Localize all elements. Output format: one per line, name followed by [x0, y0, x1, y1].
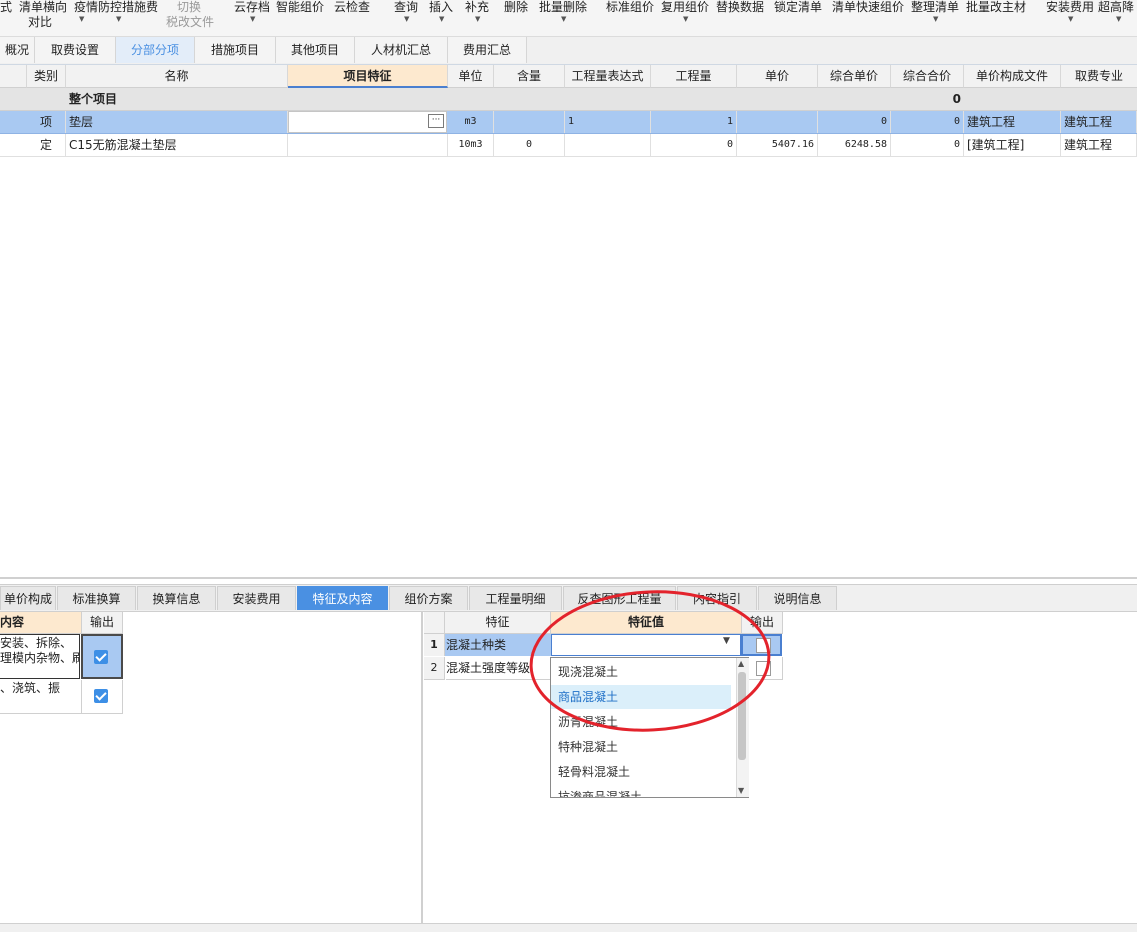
row-qty-expr[interactable] — [565, 134, 651, 156]
content-cell[interactable]: 安装、拆除、 理模内杂物、刷 — [0, 634, 80, 679]
grid-header-rownum — [0, 65, 27, 88]
row-category: 项 — [27, 111, 66, 133]
chevron-down-icon: ▼ — [116, 15, 122, 23]
tab-conversion-info[interactable]: 换算信息 — [137, 586, 216, 610]
ribbon-toolbar: 式 清单横向 对比 ▼ 疫情防控措施费 ▼ 切换 税改文件 云存档 ▼ 智能组价 云检查 … — [0, 0, 1137, 37]
feature-row-num: 2 — [424, 657, 445, 680]
grid-header-name[interactable]: 名称 — [66, 65, 288, 88]
row-content[interactable]: 0 — [494, 134, 565, 156]
row-unit: 10m3 — [448, 134, 494, 156]
grid-header-comp-unit-price[interactable]: 综合单价 — [818, 65, 891, 88]
tab-fee-summary[interactable]: 费用汇总 — [448, 37, 527, 63]
group-row-name: 整个项目 — [69, 92, 118, 106]
row-name[interactable]: 垫层 — [66, 111, 288, 133]
dropdown-option[interactable]: 抗渗商品混凝土 — [551, 785, 731, 797]
tab-install-fee[interactable]: 安装费用 — [217, 586, 296, 610]
row-price-file[interactable]: [建筑工程] — [964, 134, 1061, 156]
tab-standard-conversion[interactable]: 标准换算 — [57, 586, 136, 610]
grid-header-content[interactable]: 含量 — [494, 65, 565, 88]
tab-pricing-scheme[interactable]: 组价方案 — [389, 586, 468, 610]
tab-price-composition[interactable]: 单价构成 — [0, 586, 56, 610]
grid-header-major[interactable]: 取费专业 — [1061, 65, 1137, 88]
chevron-down-icon: ▼ — [933, 15, 939, 23]
tab-labor-material-summary[interactable]: 人材机汇总 — [355, 37, 448, 63]
row-category: 定 — [27, 134, 66, 156]
tab-fee-settings[interactable]: 取费设置 — [35, 37, 116, 63]
row-unit: m3 — [448, 111, 494, 133]
grid-header-qty-expr[interactable]: 工程量表达式 — [565, 65, 651, 88]
row-qty-expr[interactable]: 1 — [565, 111, 651, 133]
grid-header-unit[interactable]: 单位 — [448, 65, 494, 88]
chevron-down-icon: ▼ — [683, 15, 689, 23]
row-content — [494, 111, 565, 133]
annotation-circle — [529, 590, 771, 732]
chevron-down-icon: ▼ — [1116, 15, 1122, 23]
content-line: 、浇筑、振 — [0, 681, 61, 695]
chevron-down-icon: ▼ — [79, 15, 85, 23]
chevron-down-icon: ▼ — [439, 15, 445, 23]
tab-sub-items[interactable]: 分部分项 — [116, 37, 195, 63]
content-cell[interactable]: 、浇筑、振 — [0, 680, 82, 714]
feature-row-num: 1 — [424, 634, 445, 656]
output-checkbox[interactable] — [94, 650, 108, 664]
chevron-down-icon: ▼ — [561, 15, 567, 23]
grid-header-feature[interactable]: 项目特征 — [288, 65, 448, 88]
content-header: 内容 — [0, 612, 82, 634]
tab-overview[interactable]: 概况 — [0, 37, 35, 63]
output-header: 输出 — [82, 612, 123, 634]
chevron-down-icon: ▼ — [250, 15, 256, 23]
row-comp-unit-price: 0 — [818, 111, 891, 133]
grid-header-price-file[interactable]: 单价构成文件 — [964, 65, 1061, 88]
row-feature[interactable] — [288, 134, 448, 156]
content-line: 理模内杂物、刷 — [0, 651, 80, 665]
row-major[interactable]: 建筑工程 — [1061, 111, 1137, 133]
row-unit-price: 5407.16 — [737, 134, 818, 156]
main-tab-bar: 概况 取费设置 分部分项 措施项目 其他项目 人材机汇总 费用汇总 — [0, 37, 1137, 65]
panel-splitter[interactable] — [0, 577, 1137, 579]
tab-other-items[interactable]: 其他项目 — [276, 37, 355, 63]
scroll-down-icon[interactable]: ▼ — [738, 786, 744, 795]
output-checkbox[interactable] — [94, 689, 108, 703]
grid-header-category[interactable]: 类别 — [27, 65, 66, 88]
row-comp-total: 0 — [891, 111, 964, 133]
tab-features-content[interactable]: 特征及内容 — [297, 586, 388, 610]
chevron-down-icon: ▼ — [1068, 15, 1074, 23]
row-major[interactable]: 建筑工程 — [1061, 134, 1137, 156]
row-comp-unit-price: 6248.58 — [818, 134, 891, 156]
row-qty[interactable]: 1 — [651, 111, 737, 133]
ellipsis-button[interactable]: ··· — [428, 114, 444, 128]
grid-header-qty[interactable]: 工程量 — [651, 65, 737, 88]
grid-header-comp-total[interactable]: 综合合价 — [891, 65, 964, 88]
chevron-down-icon: ▼ — [475, 15, 481, 23]
row-comp-total: 0 — [891, 134, 964, 156]
grid-header-unit-price[interactable]: 单价 — [737, 65, 818, 88]
row-qty[interactable]: 0 — [651, 134, 737, 156]
content-line: 安装、拆除、 — [0, 636, 73, 650]
row-name[interactable]: C15无筋混凝土垫层 — [66, 134, 288, 156]
row-price-file[interactable]: 建筑工程 — [964, 111, 1061, 133]
row-unit-price — [737, 111, 818, 133]
panel-divider[interactable] — [421, 611, 423, 923]
feature-rownum-header — [424, 612, 445, 634]
tab-measures[interactable]: 措施项目 — [195, 37, 276, 63]
chevron-down-icon: ▼ — [404, 15, 410, 23]
dropdown-option[interactable]: 轻骨料混凝土 — [551, 760, 731, 784]
row-feature-editor[interactable] — [288, 111, 447, 133]
group-row-total: 0 — [952, 92, 961, 106]
dropdown-option[interactable]: 特种混凝土 — [551, 735, 731, 759]
